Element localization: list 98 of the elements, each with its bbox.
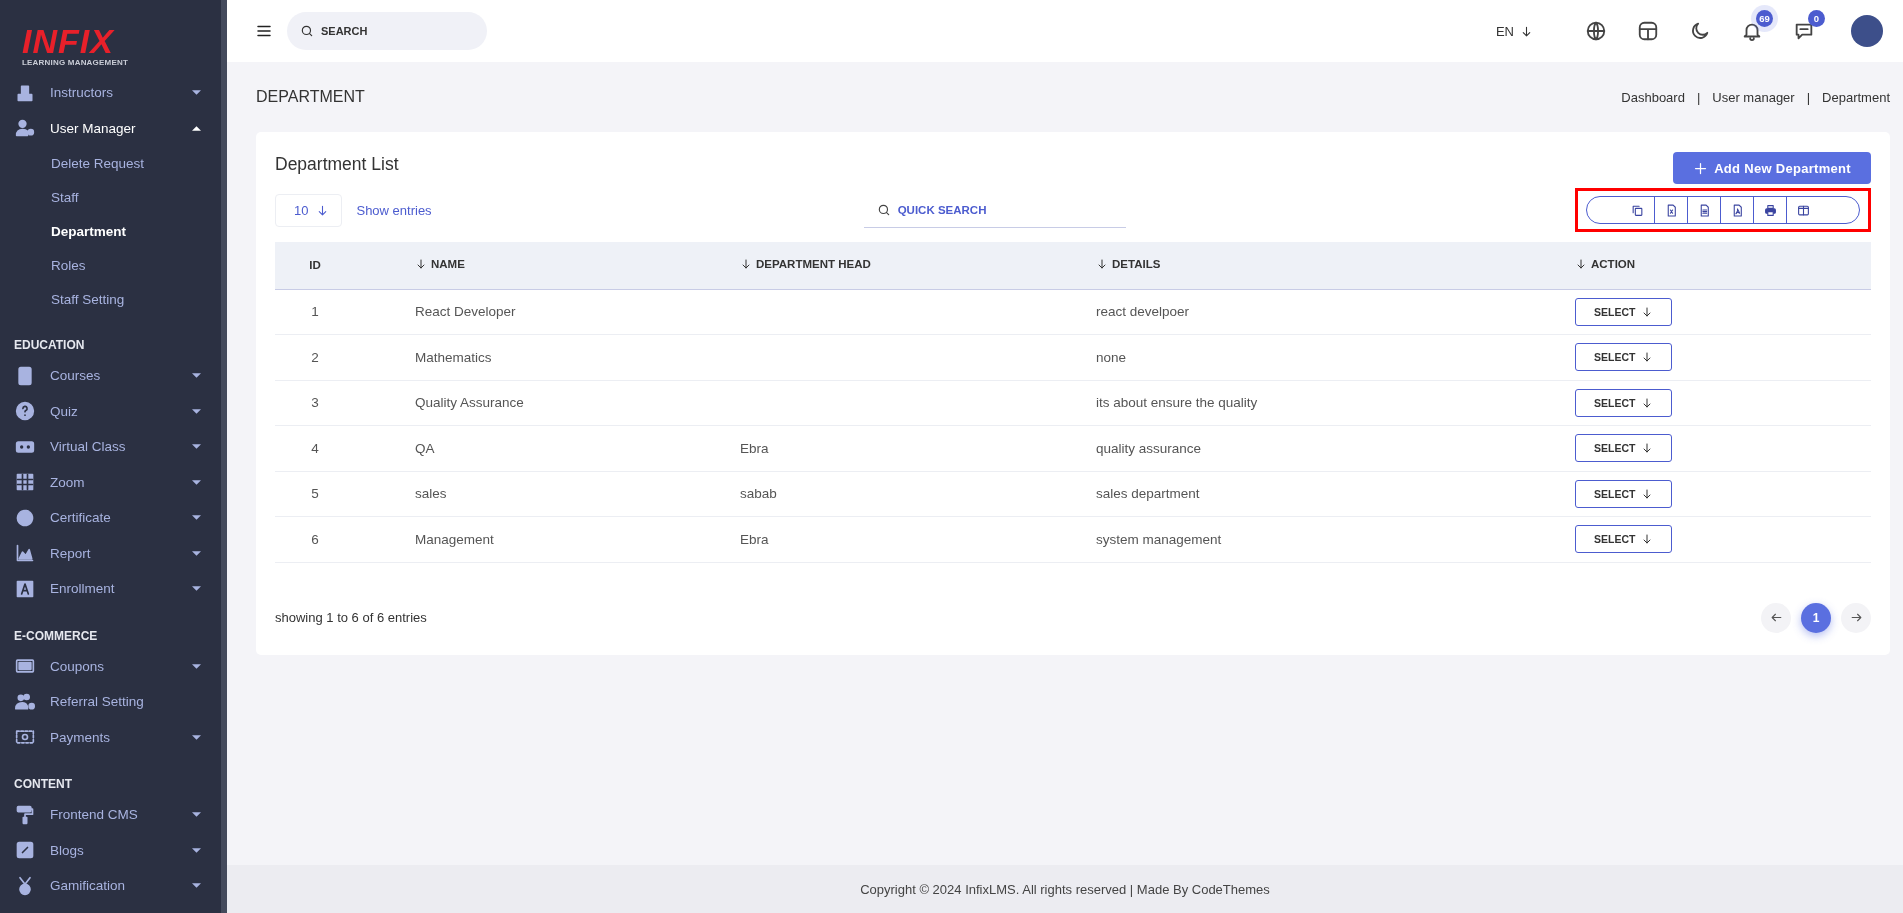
submenu-item[interactable]: Roles (51, 257, 86, 273)
sidebar-item[interactable]: Referral Setting (50, 694, 201, 710)
breadcrumb-link[interactable]: Department (1822, 89, 1890, 105)
select-dropdown[interactable]: SELECT (1575, 479, 1673, 508)
card-title: Department List (275, 153, 399, 175)
arrow-left-icon (1769, 611, 1783, 624)
table-cell: 5 (311, 486, 319, 502)
table-cell: react develpoer (1096, 304, 1190, 320)
sidebar-item[interactable]: Virtual Class (50, 439, 192, 455)
add-department-button[interactable]: Add New Department (1673, 152, 1871, 184)
sidebar-item[interactable]: Certificate (50, 510, 192, 526)
moon-icon (1689, 20, 1711, 42)
column-header[interactable]: NAME (415, 258, 465, 271)
table-cell: 6 (311, 531, 319, 547)
table-cell: sales department (1096, 486, 1200, 502)
arrow-down-icon (1520, 24, 1533, 38)
select-dropdown[interactable]: SELECT (1575, 525, 1673, 554)
notification-count: 69 (1756, 10, 1773, 27)
paint-roller-icon (15, 804, 35, 825)
layout-icon (1637, 20, 1659, 42)
logo-wordmark: INFIX (22, 24, 114, 58)
select-dropdown[interactable]: SELECT (1575, 297, 1673, 326)
column-header[interactable]: DETAILS (1096, 258, 1161, 271)
column-header[interactable]: DEPARTMENT HEAD (740, 258, 871, 271)
entries-summary: showing 1 to 6 of 6 entries (275, 610, 427, 625)
select-dropdown[interactable]: SELECT (1575, 434, 1673, 463)
sort-arrow-icon (415, 258, 427, 271)
plus-icon (1693, 160, 1709, 176)
sidebar-item[interactable]: Quiz (50, 403, 192, 419)
select-dropdown[interactable]: SELECT (1575, 388, 1673, 417)
table-cell: sabab (740, 486, 777, 502)
table-cell: 1 (311, 304, 319, 320)
sidebar-item[interactable]: Report (50, 545, 192, 561)
sort-arrow-icon (1096, 258, 1108, 271)
table-cell: Ebra (740, 440, 769, 456)
next-page-button[interactable] (1841, 602, 1871, 633)
table-cell: QA (415, 440, 435, 456)
sidebar-item[interactable]: Coupons (50, 658, 192, 674)
letter-a-icon (15, 578, 35, 599)
table-cell: its about ensure the quality (1096, 395, 1258, 411)
columns-icon (1796, 203, 1810, 217)
book-icon (15, 365, 35, 386)
copyright-text: Copyright © 2024 InfixLMS. All rights reserved | Made By CodeThemes (860, 881, 1270, 897)
avatar[interactable] (1851, 15, 1883, 47)
column-header[interactable]: ID (309, 259, 321, 272)
submenu-item[interactable]: Staff Setting (51, 291, 125, 307)
sidebar-item[interactable]: Enrollment (50, 581, 192, 597)
breadcrumb-separator: | (1696, 89, 1701, 105)
table-cell: 4 (311, 440, 319, 456)
table-cell: 2 (311, 349, 319, 365)
area-chart-icon (15, 543, 35, 564)
globe-icon (1585, 20, 1607, 42)
sidebar-item[interactable]: Courses (50, 368, 192, 384)
sidebar-item[interactable]: Frontend CMS (50, 807, 192, 823)
table-cell: Ebra (740, 531, 769, 547)
grid-icon (15, 472, 35, 493)
table-cell: system management (1096, 531, 1222, 547)
pencil-icon (15, 840, 35, 861)
copy-icon (1631, 203, 1644, 217)
submenu-item[interactable]: Delete Request (51, 155, 145, 171)
sidebar-item[interactable]: Blogs (50, 842, 192, 858)
sidebar-item[interactable]: Gamification (50, 878, 192, 894)
breadcrumb-separator: | (1806, 89, 1811, 105)
table-cell: 3 (311, 395, 319, 411)
page-title: DEPARTMENT (256, 88, 365, 106)
message-count: 0 (1808, 10, 1825, 27)
table-cell: Management (415, 531, 494, 547)
submenu-item[interactable]: Department (51, 223, 126, 239)
table-cell: Mathematics (415, 349, 492, 365)
show-entries-label: Show entries (356, 202, 432, 218)
submenu-item[interactable]: Staff (51, 189, 79, 205)
search-field[interactable]: SEARCH (287, 12, 487, 50)
table-cell: React Developer (415, 304, 516, 320)
breadcrumb-link[interactable]: Dashboard (1621, 89, 1685, 105)
arrow-right-icon (1849, 611, 1863, 624)
table-cell: none (1096, 349, 1127, 365)
page-button[interactable]: 1 (1801, 602, 1831, 633)
sidebar-item[interactable]: Zoom (50, 474, 192, 490)
sidebar-item[interactable]: Instructors (50, 85, 192, 101)
breadcrumb-link[interactable]: User manager (1712, 89, 1795, 105)
printer-icon (1763, 203, 1777, 217)
section-heading: E-COMMERCE (13, 627, 99, 645)
sort-arrow-icon (740, 258, 752, 271)
section-heading: CONTENT (13, 776, 73, 793)
table-cell: sales (415, 486, 447, 502)
select-dropdown[interactable]: SELECT (1575, 343, 1673, 372)
previous-page-button[interactable] (1761, 602, 1791, 633)
logo-tagline: LEARNING MANAGEMENT (22, 58, 129, 67)
column-header[interactable]: ACTION (1575, 258, 1636, 271)
question-icon (15, 401, 35, 422)
page-size-dropdown[interactable]: 10 (275, 193, 343, 227)
sidebar-item[interactable]: Payments (50, 729, 192, 745)
language-selector[interactable]: EN (1489, 22, 1539, 40)
sidebar-item[interactable]: User Manager (50, 120, 192, 136)
table-cell: quality assurance (1096, 440, 1202, 456)
table-cell: Quality Assurance (415, 395, 524, 411)
section-heading: EDUCATION (13, 337, 86, 354)
sort-arrow-icon (1575, 258, 1587, 271)
